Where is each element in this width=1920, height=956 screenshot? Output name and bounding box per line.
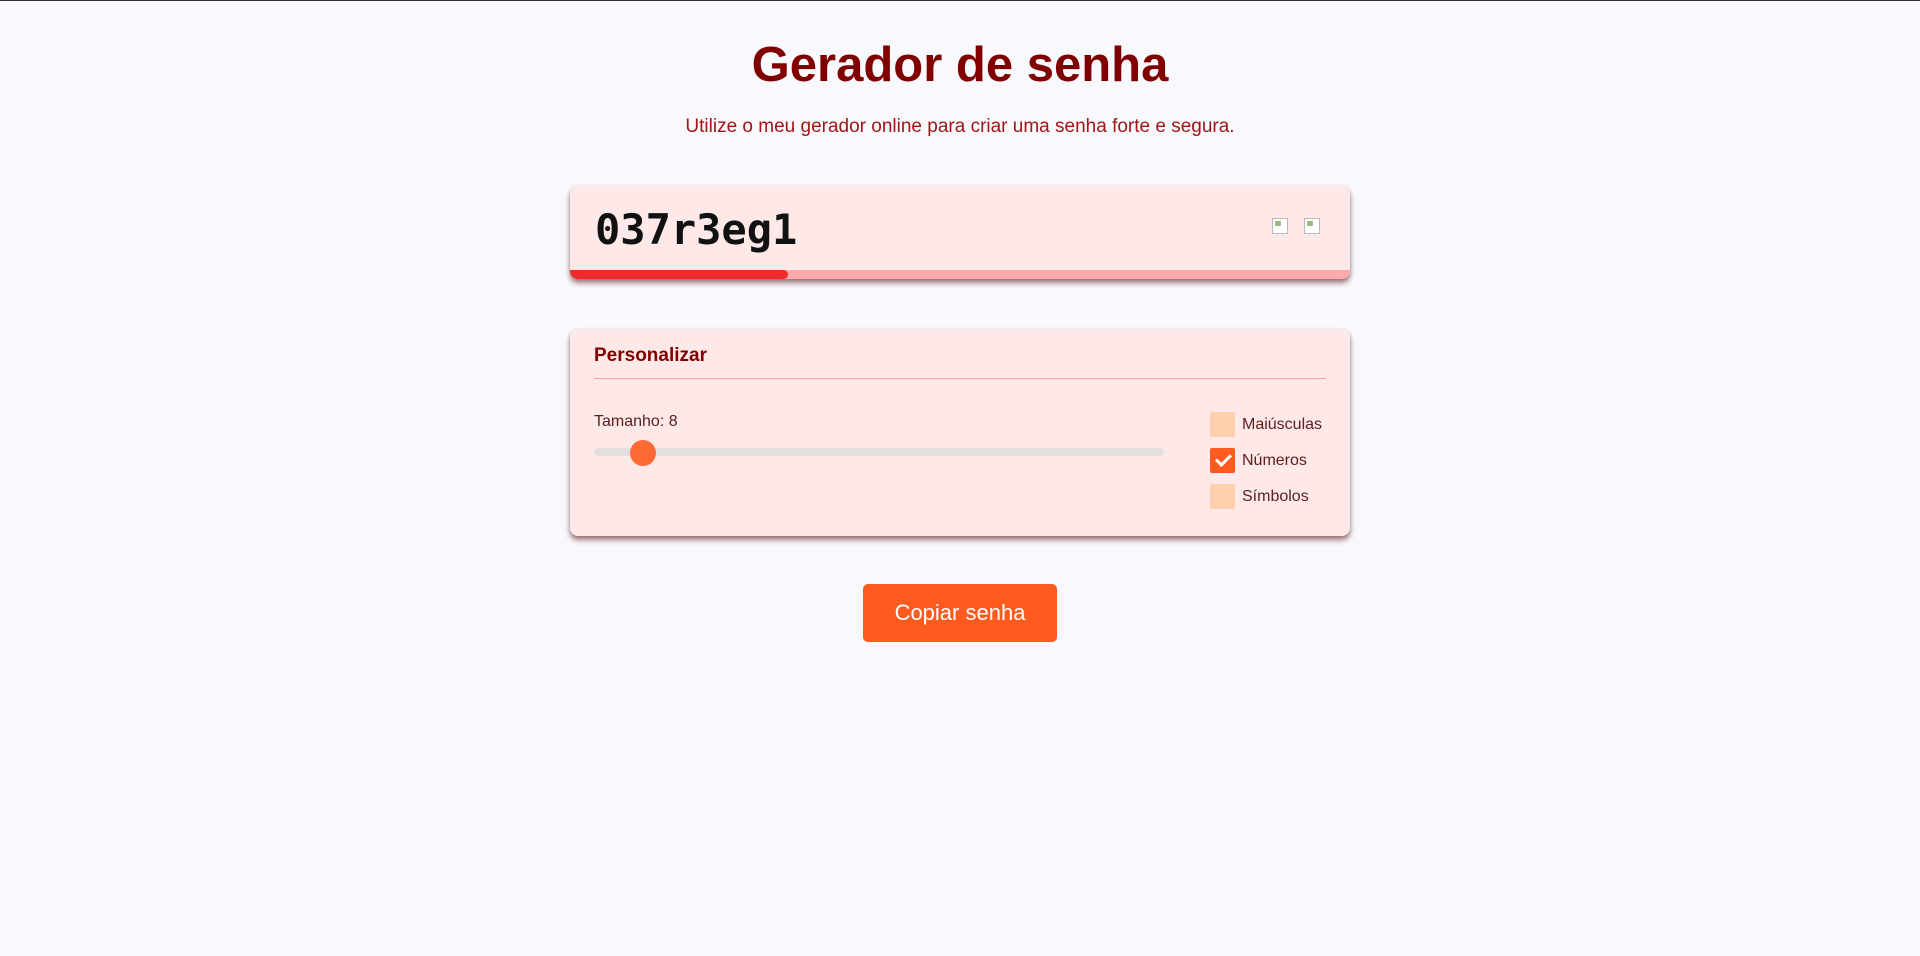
- length-slider[interactable]: [594, 448, 1164, 456]
- page-title: Gerador de senha: [751, 38, 1169, 92]
- numbers-label: Números: [1242, 452, 1307, 469]
- length-slider-thumb[interactable]: [630, 440, 657, 466]
- uppercase-checkbox[interactable]: [1210, 412, 1235, 437]
- divider: [594, 378, 1326, 379]
- page: Gerador de senha Utilize o meu gerador o…: [0, 1, 1920, 956]
- strength-bar-fill: [570, 270, 789, 279]
- customize-card: Personalizar Tamanho: 8 Maiúsculas Númer…: [570, 329, 1350, 536]
- numbers-checkbox[interactable]: [1210, 448, 1235, 473]
- strength-bar: [570, 270, 1350, 279]
- copy-icon[interactable]: [1304, 218, 1320, 234]
- symbols-checkbox[interactable]: [1210, 484, 1235, 509]
- copy-password-button[interactable]: Copiar senha: [863, 584, 1057, 642]
- password-card: 037r3eg1: [570, 186, 1350, 279]
- symbols-label: Símbolos: [1242, 488, 1309, 505]
- refresh-icon[interactable]: [1272, 218, 1288, 234]
- password-output[interactable]: 037r3eg1: [595, 204, 797, 256]
- length-label: Tamanho: 8: [594, 413, 678, 430]
- uppercase-label: Maiúsculas: [1242, 416, 1323, 433]
- customize-title: Personalizar: [594, 345, 707, 366]
- page-subtitle: Utilize o meu gerador online para criar …: [685, 116, 1235, 137]
